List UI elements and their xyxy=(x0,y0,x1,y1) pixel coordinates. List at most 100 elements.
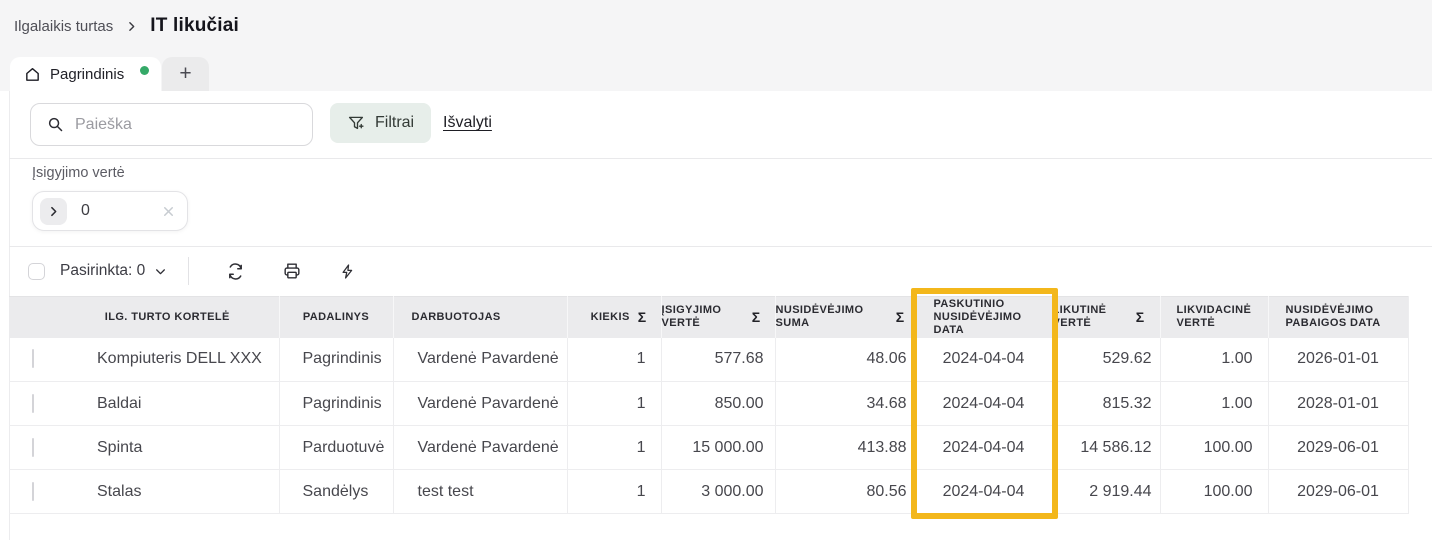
row-checkbox[interactable] xyxy=(32,349,34,368)
search-box xyxy=(30,103,313,146)
header-depr-label: NUSIDĖVĖJIMO SUMA xyxy=(776,304,888,330)
search-icon xyxy=(47,116,64,133)
header-qty[interactable]: KIEKIS Σ xyxy=(567,297,661,338)
tab-status-dot xyxy=(140,66,149,75)
cell-acq-value: 15 000.00 xyxy=(661,426,775,470)
table-toolbar: Pasirinkta: 0 xyxy=(28,253,356,289)
chevron-down-icon xyxy=(154,265,167,278)
page-title: IT likučiai xyxy=(150,15,239,37)
divider xyxy=(9,246,1432,247)
clear-chip-icon[interactable] xyxy=(161,204,176,219)
filters-button-label: Filtrai xyxy=(375,114,414,132)
sigma-icon: Σ xyxy=(752,311,761,324)
cell-depr-sum: 48.06 xyxy=(775,338,915,382)
tab-label: Pagrindinis xyxy=(50,66,124,83)
cell-acq-value: 850.00 xyxy=(661,382,775,426)
cell-residual-value: 529.62 xyxy=(1052,338,1160,382)
cell-liquidation-value: 100.00 xyxy=(1160,426,1268,470)
tab-pagrindinis[interactable]: Pagrindinis xyxy=(10,57,161,91)
filter-chip-value[interactable]: 0 xyxy=(81,202,161,220)
add-tab-button[interactable]: + xyxy=(162,57,209,91)
cell-depr-sum: 34.68 xyxy=(775,382,915,426)
breadcrumb: Ilgalaikis turtas IT likučiai xyxy=(14,15,239,37)
filters-button[interactable]: Filtrai xyxy=(330,103,431,143)
cell-card: Baldai xyxy=(56,382,279,426)
chevron-right-icon xyxy=(125,20,138,33)
cell-residual-value: 2 919.44 xyxy=(1052,470,1160,514)
header-department[interactable]: PADALINYS xyxy=(279,297,393,338)
header-last-depr-date[interactable]: PASKUTINIO NUSIDĖVĖJIMO DATA xyxy=(915,297,1052,338)
header-liquidation-value[interactable]: LIKVIDACINĖ VERTĖ xyxy=(1160,297,1268,338)
sigma-icon: Σ xyxy=(1136,311,1145,324)
cell-liquidation-value: 1.00 xyxy=(1160,338,1268,382)
cell-department: Parduotuvė xyxy=(279,426,393,470)
header-acq-value[interactable]: ĮSIGYJIMO VERTĖ Σ xyxy=(661,297,775,338)
cell-depr-sum: 413.88 xyxy=(775,426,915,470)
cell-qty: 1 xyxy=(567,382,661,426)
breadcrumb-parent[interactable]: Ilgalaikis turtas xyxy=(14,18,113,35)
sigma-icon: Σ xyxy=(896,311,905,324)
cell-depr-end-date: 2029-06-01 xyxy=(1268,426,1408,470)
cell-depr-end-date: 2029-06-01 xyxy=(1268,470,1408,514)
cell-card: Stalas xyxy=(56,470,279,514)
operator-button[interactable] xyxy=(40,198,67,225)
table-row: Baldai Pagrindinis Vardenė Pavardenė 1 8… xyxy=(9,382,1408,426)
cell-last-depr-date: 2024-04-04 xyxy=(915,426,1052,470)
header-residual-label: LIKUTINĖ VERTĖ xyxy=(1053,304,1128,330)
cell-department: Pagrindinis xyxy=(279,382,393,426)
row-checkbox-cell xyxy=(9,382,56,426)
table-row: Spinta Parduotuvė Vardenė Pavardenė 1 15… xyxy=(9,426,1408,470)
search-input[interactable] xyxy=(75,116,300,134)
row-checkbox[interactable] xyxy=(32,438,34,457)
cell-residual-value: 815.32 xyxy=(1052,382,1160,426)
cell-qty: 1 xyxy=(567,426,661,470)
cell-last-depr-date: 2024-04-04 xyxy=(915,470,1052,514)
cell-residual-value: 14 586.12 xyxy=(1052,426,1160,470)
row-checkbox-cell xyxy=(9,338,56,382)
divider xyxy=(9,158,1432,159)
header-qty-label: KIEKIS xyxy=(591,311,630,324)
cell-qty: 1 xyxy=(567,338,661,382)
toolbar-divider xyxy=(188,257,189,285)
cell-last-depr-date: 2024-04-04 xyxy=(915,382,1052,426)
cell-acq-value: 3 000.00 xyxy=(661,470,775,514)
cell-department: Pagrindinis xyxy=(279,338,393,382)
cell-department: Sandėlys xyxy=(279,470,393,514)
assets-table: ILG. TURTO KORTELĖ PADALINYS DARBUOTOJAS… xyxy=(9,296,1409,514)
cell-depr-end-date: 2028-01-01 xyxy=(1268,382,1408,426)
cell-acq-value: 577.68 xyxy=(661,338,775,382)
selected-count-label: Pasirinkta: 0 xyxy=(60,262,145,280)
cell-employee: Vardenė Pavardenė xyxy=(393,338,567,382)
select-all-checkbox[interactable] xyxy=(28,263,45,280)
cell-qty: 1 xyxy=(567,470,661,514)
cell-last-depr-date: 2024-04-04 xyxy=(915,338,1052,382)
header-employee[interactable]: DARBUOTOJAS xyxy=(393,297,567,338)
cell-liquidation-value: 1.00 xyxy=(1160,382,1268,426)
row-checkbox[interactable] xyxy=(32,482,34,501)
cell-employee: Vardenė Pavardenė xyxy=(393,426,567,470)
tab-bar: Pagrindinis + xyxy=(10,57,209,91)
actions-bolt-button[interactable] xyxy=(339,263,356,280)
print-button[interactable] xyxy=(282,261,302,281)
cell-depr-sum: 80.56 xyxy=(775,470,915,514)
header-acq-label: ĮSIGYJIMO VERTĖ xyxy=(662,304,744,330)
selected-dropdown[interactable]: Pasirinkta: 0 xyxy=(60,262,167,280)
clear-filters-link[interactable]: Išvalyti xyxy=(443,114,492,132)
header-row: ILG. TURTO KORTELĖ PADALINYS DARBUOTOJAS… xyxy=(9,297,1408,338)
sigma-icon: Σ xyxy=(638,311,647,324)
header-depr-sum[interactable]: NUSIDĖVĖJIMO SUMA Σ xyxy=(775,297,915,338)
filter-chip-label: Įsigyjimo vertė xyxy=(32,165,125,181)
cell-liquidation-value: 100.00 xyxy=(1160,470,1268,514)
home-icon xyxy=(24,66,41,83)
row-checkbox[interactable] xyxy=(32,394,34,413)
cell-card: Spinta xyxy=(56,426,279,470)
funnel-plus-icon xyxy=(347,114,365,132)
header-depr-end-date[interactable]: NUSIDĖVĖJIMO PABAIGOS DATA xyxy=(1268,297,1408,338)
refresh-button[interactable] xyxy=(226,262,245,281)
header-card[interactable]: ILG. TURTO KORTELĖ xyxy=(56,297,279,338)
header-checkbox-spacer xyxy=(9,297,56,338)
header-residual-value[interactable]: LIKUTINĖ VERTĖ Σ xyxy=(1052,297,1160,338)
top-bar: Ilgalaikis turtas IT likučiai Pagrindini… xyxy=(0,0,1432,91)
cell-card: Kompiuteris DELL XXX xyxy=(56,338,279,382)
cell-depr-end-date: 2026-01-01 xyxy=(1268,338,1408,382)
